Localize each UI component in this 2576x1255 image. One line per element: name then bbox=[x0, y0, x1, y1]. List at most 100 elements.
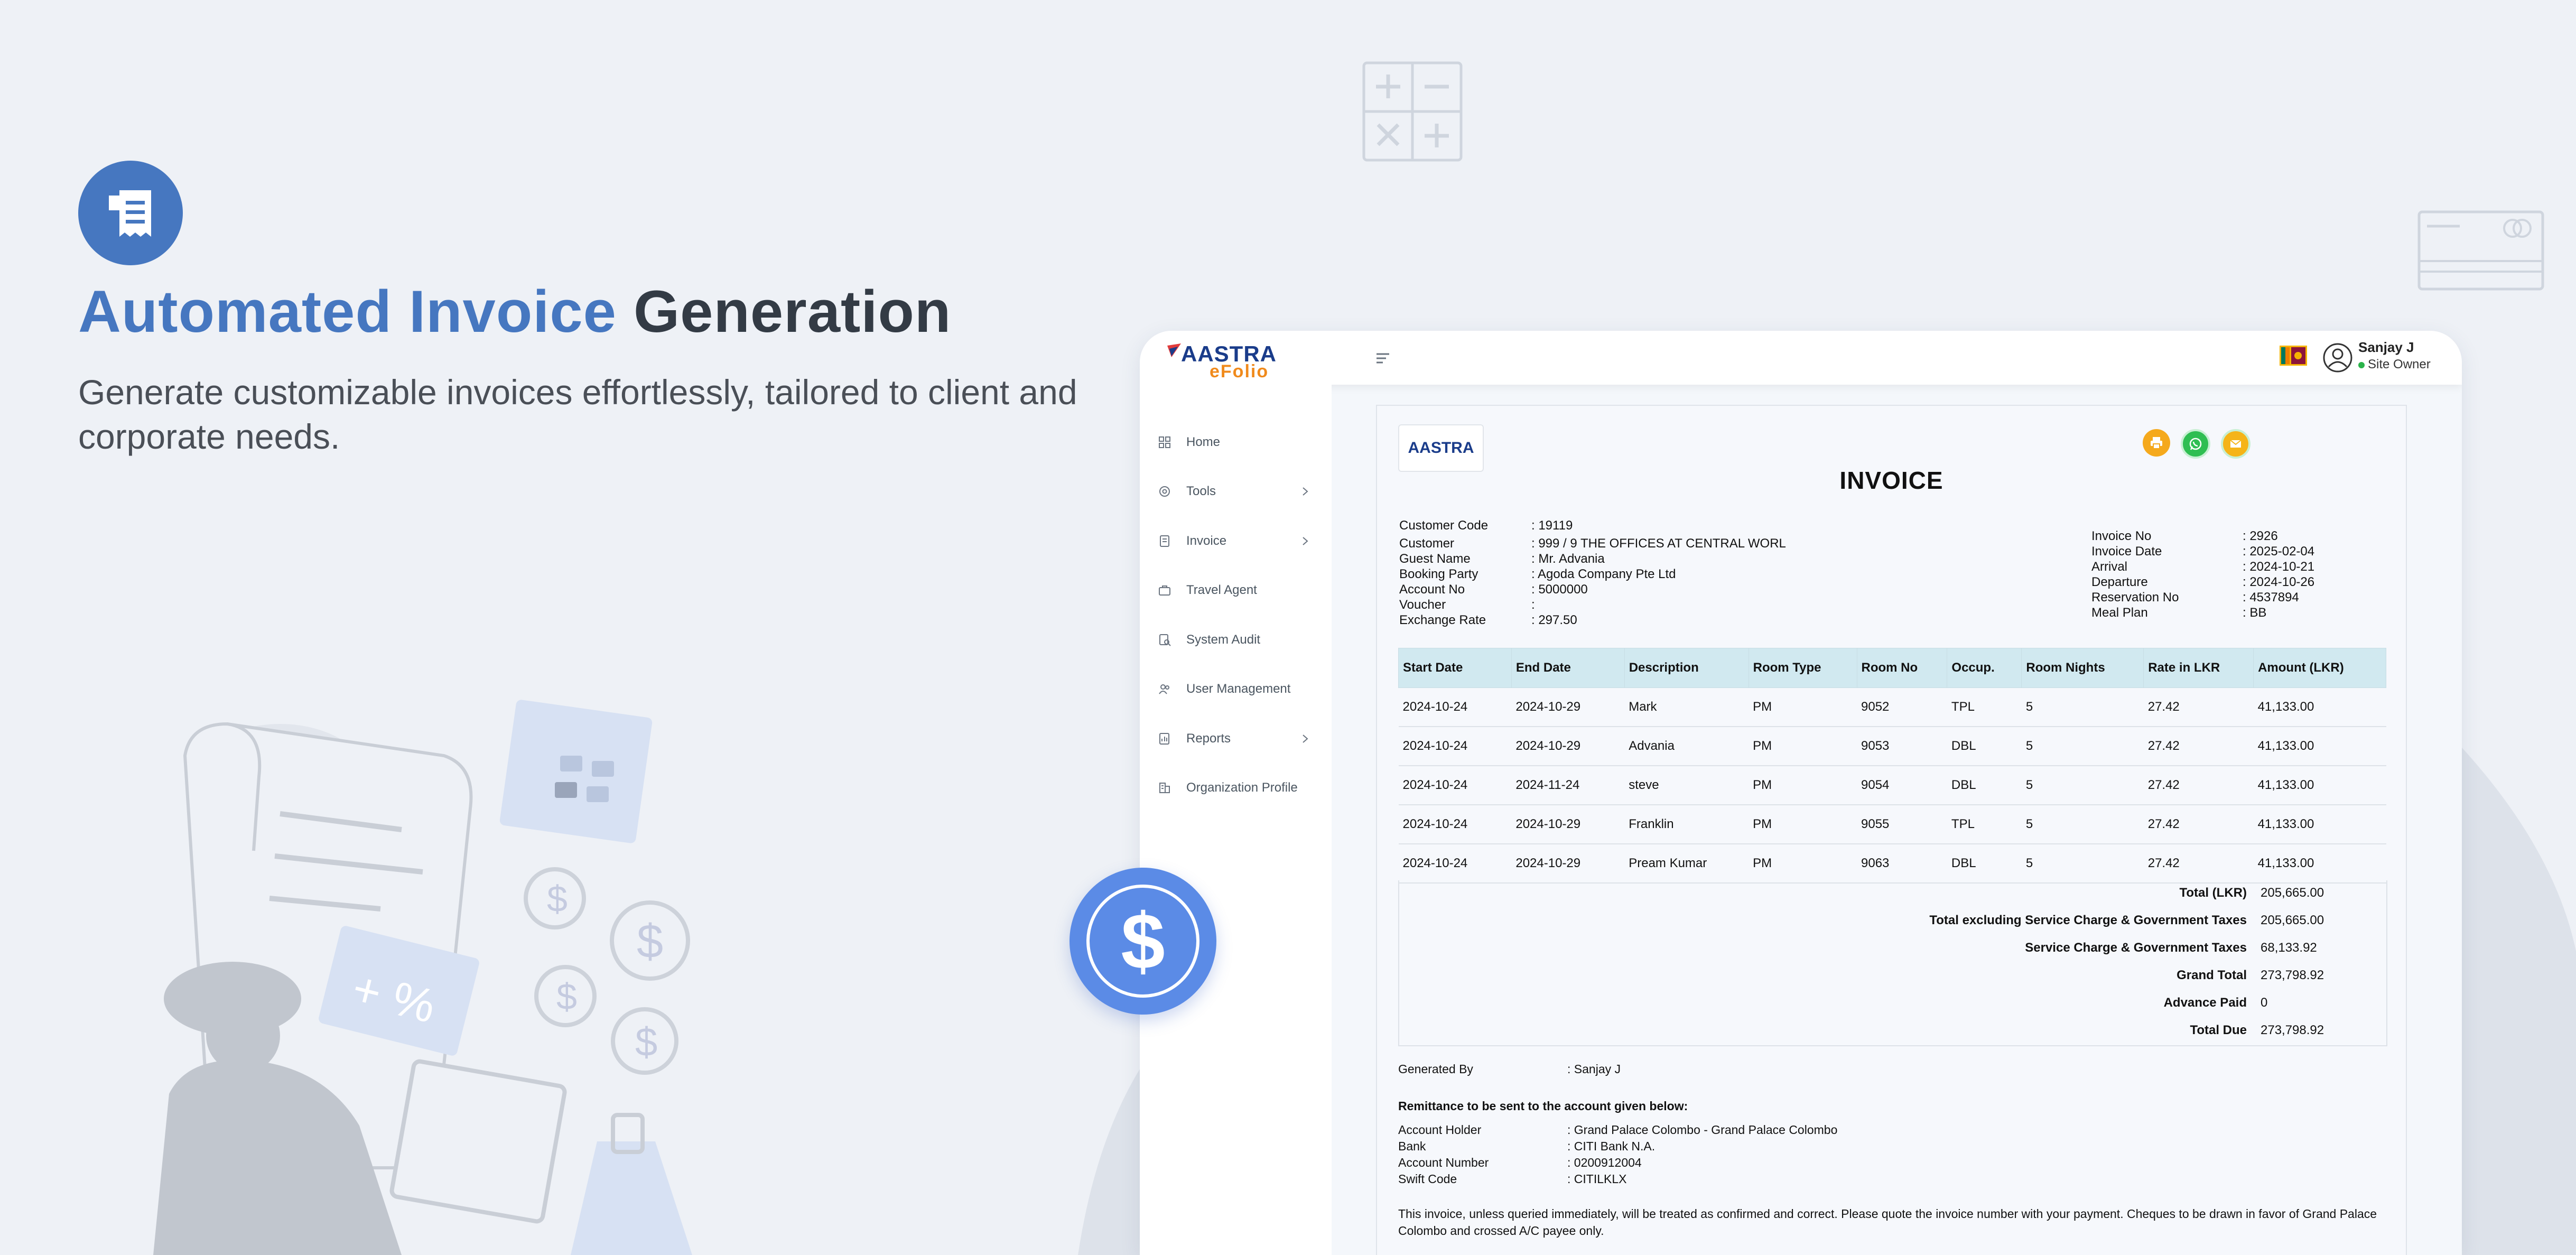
field-value: : 2025-02-04 bbox=[2243, 544, 2315, 559]
remittance-value: : 0200912004 bbox=[1567, 1156, 1642, 1169]
column-header: Amount (LKR) bbox=[2253, 648, 2386, 688]
reports-icon bbox=[1159, 733, 1169, 745]
total-value: 273,798.92 bbox=[2261, 968, 2324, 982]
table-cell: 27.42 bbox=[2143, 805, 2254, 844]
field-value: : BB bbox=[2243, 606, 2267, 620]
menu-toggle-icon[interactable] bbox=[1372, 348, 1393, 369]
invoice-details: Invoice No: 2926 Invoice Date: 2025-02-0… bbox=[2091, 528, 2387, 624]
table-cell: 9053 bbox=[1857, 727, 1947, 766]
field-value: : 5000000 bbox=[1531, 582, 1588, 597]
invoice-icon bbox=[1160, 535, 1169, 547]
total-value: 205,665.00 bbox=[2261, 886, 2324, 900]
table-cell: 41,133.00 bbox=[2253, 766, 2386, 805]
sidebar-item-organization-profile[interactable]: Organization Profile bbox=[1158, 775, 1316, 801]
sri-lanka-flag-icon[interactable] bbox=[2280, 346, 2307, 366]
invoice-note: This invoice, unless queried immediately… bbox=[1398, 1207, 2377, 1221]
invoice-items-table: Start Date End Date Description Room Typ… bbox=[1398, 648, 2386, 884]
table-row: 2024-10-24 2024-10-29 Pream Kumar PM 9063 DBL… bbox=[1398, 844, 2386, 884]
table-cell: 2024-10-24 bbox=[1398, 844, 1512, 884]
table-cell: TPL bbox=[1947, 687, 2022, 727]
logo-mark-icon bbox=[1167, 343, 1181, 357]
field-label: Exchange Rate bbox=[1399, 613, 1486, 627]
field-value: : 999 / 9 THE OFFICES AT CENTRAL WORL bbox=[1531, 536, 1786, 551]
sidebar-item-label: User Management bbox=[1186, 682, 1291, 696]
dollar-badge-icon: $ bbox=[1070, 868, 1216, 1015]
user-name[interactable]: Sanjay J bbox=[2358, 339, 2414, 356]
sidebar-item-label: Tools bbox=[1186, 484, 1216, 498]
sidebar: Home Tools Invoice Travel Agent System A… bbox=[1140, 385, 1332, 1255]
table-cell: 27.42 bbox=[2143, 727, 2254, 766]
table-cell: 2024-10-24 bbox=[1398, 687, 1512, 727]
table-cell: PM bbox=[1749, 687, 1857, 727]
system-audit-icon bbox=[1159, 634, 1171, 646]
invoice-logo: AASTRA bbox=[1398, 424, 1484, 472]
remittance-value: : CITILKLX bbox=[1567, 1172, 1627, 1186]
table-cell: 9055 bbox=[1857, 805, 1947, 844]
sidebar-item-label: System Audit bbox=[1186, 633, 1261, 647]
total-label: Total Due bbox=[2190, 1023, 2247, 1037]
travel-agent-icon bbox=[1159, 585, 1170, 596]
field-value: : 19119 bbox=[1531, 518, 1573, 533]
table-cell: 41,133.00 bbox=[2253, 844, 2386, 884]
table-cell: PM bbox=[1749, 844, 1857, 884]
field-label: Guest Name bbox=[1399, 552, 1471, 566]
field-value: : 297.50 bbox=[1531, 613, 1577, 627]
sidebar-item-home[interactable]: Home bbox=[1158, 429, 1316, 455]
field-value: : 2024-10-26 bbox=[2243, 575, 2315, 589]
chevron-right-icon bbox=[1303, 537, 1308, 545]
hero-title-rest: Generation bbox=[616, 278, 952, 345]
email-icon[interactable] bbox=[2221, 429, 2250, 459]
table-cell: 41,133.00 bbox=[2253, 805, 2386, 844]
hero-subtitle: Generate customizable invoices effortles… bbox=[78, 373, 1077, 456]
sidebar-item-travel-agent[interactable]: Travel Agent bbox=[1158, 577, 1316, 603]
field-label: Voucher bbox=[1399, 598, 1446, 612]
organization-icon bbox=[1159, 783, 1170, 793]
table-cell: DBL bbox=[1947, 766, 2022, 805]
print-icon[interactable] bbox=[2143, 429, 2170, 457]
total-label: Total (LKR) bbox=[2179, 886, 2247, 900]
user-role: Site Owner bbox=[2358, 357, 2431, 372]
sidebar-item-system-audit[interactable]: System Audit bbox=[1158, 627, 1316, 653]
table-cell: PM bbox=[1749, 727, 1857, 766]
table-cell: Advania bbox=[1624, 727, 1749, 766]
table-cell: 5 bbox=[2021, 844, 2144, 884]
user-avatar-icon[interactable] bbox=[2322, 342, 2353, 373]
remittance-value: : Grand Palace Colombo - Grand Palace Co… bbox=[1567, 1123, 1838, 1137]
table-cell: 2024-10-24 bbox=[1398, 766, 1512, 805]
remittance-value: : CITI Bank N.A. bbox=[1567, 1139, 1656, 1153]
table-cell: Mark bbox=[1624, 687, 1749, 727]
sidebar-item-invoice[interactable]: Invoice bbox=[1158, 528, 1316, 554]
column-header: Room Nights bbox=[2021, 648, 2144, 688]
table-cell: 2024-10-29 bbox=[1511, 687, 1625, 727]
users-icon bbox=[1159, 684, 1169, 694]
invoice-card: AASTRA INVOICE Customer Code: 19119 Cust… bbox=[1376, 405, 2407, 1255]
field-label: Reservation No bbox=[2091, 590, 2179, 605]
table-cell: 27.42 bbox=[2143, 766, 2254, 805]
whatsapp-icon[interactable] bbox=[2181, 429, 2210, 459]
sidebar-item-user-management[interactable]: User Management bbox=[1158, 676, 1316, 702]
column-header: Description bbox=[1624, 648, 1749, 688]
remittance-title: Remittance to be sent to the account giv… bbox=[1398, 1099, 1688, 1113]
dollar-symbol: $ bbox=[1086, 885, 1199, 998]
chevron-right-icon bbox=[1303, 487, 1308, 496]
app-logo-sub: eFolio bbox=[1210, 361, 1269, 382]
calculator-decoration-icon bbox=[1362, 61, 1463, 162]
sidebar-item-reports[interactable]: Reports bbox=[1158, 726, 1316, 752]
total-value: 68,133.92 bbox=[2261, 941, 2317, 955]
field-label: Departure bbox=[2091, 575, 2148, 589]
remittance-label: Bank bbox=[1398, 1139, 1426, 1153]
table-row: 2024-10-24 2024-10-29 Franklin PM 9055 TPL 5 27… bbox=[1398, 805, 2386, 844]
remittance-label: Swift Code bbox=[1398, 1172, 1457, 1186]
svg-text:$: $ bbox=[556, 976, 577, 1017]
total-row: Service Charge & Government Taxes 68,133.… bbox=[1399, 941, 2386, 968]
total-label: Grand Total bbox=[2177, 968, 2247, 982]
table-cell: 2024-10-24 bbox=[1398, 805, 1512, 844]
column-header: Room No bbox=[1856, 648, 1948, 688]
invoice-note-continued: Colombo and crossed A/C payee only. bbox=[1398, 1224, 1604, 1238]
table-cell: 5 bbox=[2021, 805, 2144, 844]
table-cell: 2024-10-29 bbox=[1511, 805, 1625, 844]
sidebar-item-tools[interactable]: Tools bbox=[1158, 478, 1316, 505]
sidebar-item-label: Travel Agent bbox=[1186, 583, 1257, 597]
table-cell: Pream Kumar bbox=[1624, 844, 1749, 884]
total-label: Service Charge & Government Taxes bbox=[2025, 941, 2247, 955]
